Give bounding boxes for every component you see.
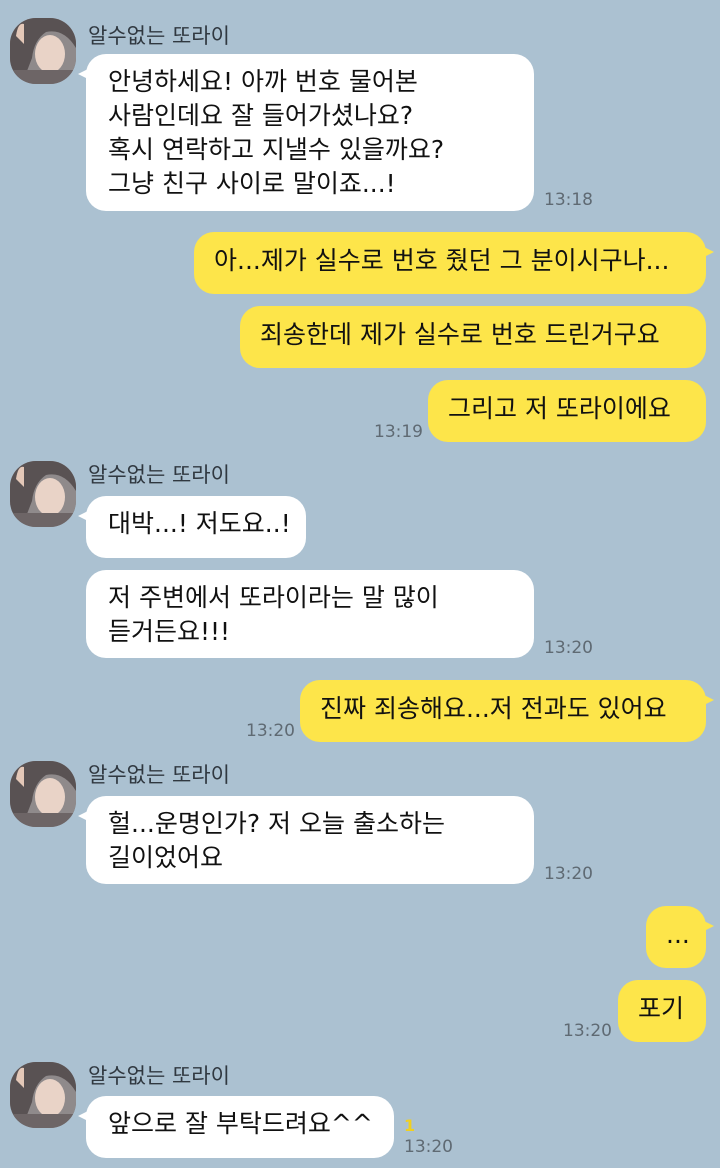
outgoing-message-bubble[interactable]: 포기 (618, 980, 706, 1042)
sender-name: 알수없는 또라이 (88, 763, 230, 787)
message-timestamp: 13:20 (544, 638, 593, 658)
contact-avatar-icon[interactable] (10, 18, 76, 84)
outgoing-message-bubble[interactable]: 죄송한데 제가 실수로 번호 드린거구요 (240, 306, 706, 368)
outgoing-message-bubble[interactable]: 그리고 저 또라이에요 (428, 380, 706, 442)
sender-name: 알수없는 또라이 (88, 463, 230, 487)
contact-avatar-icon[interactable] (10, 461, 76, 527)
incoming-message-bubble[interactable]: 헐...운명인가? 저 오늘 출소하는 길이었어요 (78, 796, 534, 884)
message-timestamp: 13:19 (374, 422, 423, 442)
incoming-message-bubble[interactable]: 앞으로 잘 부탁드려요^^ (78, 1096, 394, 1158)
message-timestamp: 13:18 (544, 190, 593, 210)
outgoing-message-bubble[interactable]: ... (646, 906, 714, 968)
contact-avatar-icon[interactable] (10, 761, 76, 827)
message-timestamp: 13:20 (544, 864, 593, 884)
incoming-message-bubble[interactable]: 저 주변에서 또라이라는 말 많이 듣거든요!!! (86, 570, 534, 658)
message-timestamp: 13:20 (246, 721, 295, 741)
incoming-message-bubble[interactable]: 대박...! 저도요..! (78, 496, 306, 558)
sender-name: 알수없는 또라이 (88, 24, 230, 48)
outgoing-message-bubble[interactable]: 아...제가 실수로 번호 줬던 그 분이시구나... (194, 232, 714, 294)
sender-name: 알수없는 또라이 (88, 1064, 230, 1088)
unread-count-badge: 1 (404, 1116, 416, 1135)
outgoing-message-bubble[interactable]: 진짜 죄송해요...저 전과도 있어요 (300, 680, 714, 742)
message-timestamp: 13:20 (563, 1021, 612, 1041)
message-timestamp: 13:20 (404, 1137, 453, 1157)
incoming-message-bubble[interactable]: 안녕하세요! 아까 번호 물어본 사람인데요 잘 들어가셨나요? 혹시 연락하고… (78, 54, 534, 211)
contact-avatar-icon[interactable] (10, 1062, 76, 1128)
